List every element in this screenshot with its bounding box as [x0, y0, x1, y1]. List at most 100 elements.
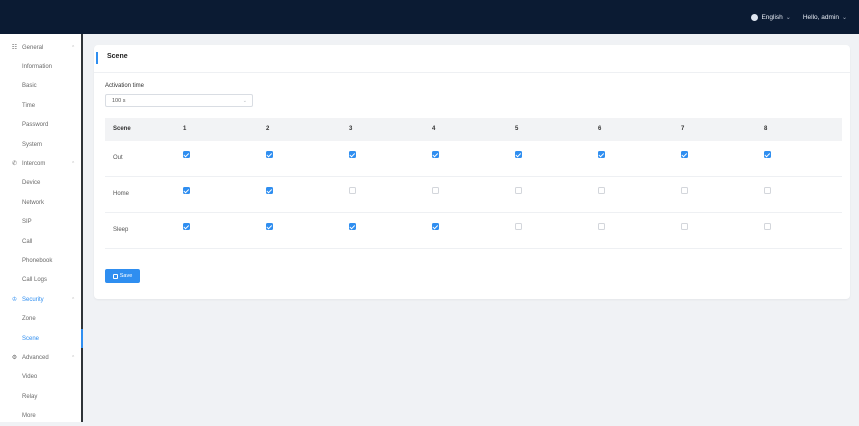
column-header-scene: Scene: [113, 126, 131, 132]
sidebar-item-sip[interactable]: SIP: [0, 213, 81, 232]
checkbox-out-8[interactable]: [764, 151, 771, 158]
sidebar-group-label: Security: [22, 296, 44, 303]
checkbox-home-6[interactable]: [598, 187, 605, 194]
checkbox-out-3[interactable]: [349, 151, 356, 158]
checkbox-sleep-6[interactable]: [598, 223, 605, 230]
top-right-controls: English ⌄ Hello, admin ⌄: [751, 0, 847, 34]
sidebar-item-information[interactable]: Information: [0, 57, 81, 76]
sidebar-item-network[interactable]: Network: [0, 193, 81, 212]
checkbox-home-1[interactable]: [183, 187, 190, 194]
page-title: Scene: [107, 53, 128, 60]
top-bar: English ⌄ Hello, admin ⌄: [0, 0, 859, 34]
checkbox-sleep-4[interactable]: [432, 223, 439, 230]
language-label: English: [761, 13, 783, 21]
sidebar-item-label: Call Logs: [22, 277, 48, 284]
row-label-home: Home: [113, 191, 130, 197]
column-header-4: 4: [432, 126, 436, 132]
checkbox-home-7[interactable]: [681, 187, 688, 194]
checkbox-home-3[interactable]: [349, 187, 356, 194]
user-menu[interactable]: Hello, admin ⌄: [803, 14, 847, 21]
column-header-1: 1: [183, 126, 187, 132]
sidebar-item-label: Phonebook: [22, 257, 53, 264]
checkbox-sleep-5[interactable]: [515, 223, 522, 230]
title-accent-bar: [96, 52, 98, 64]
checkbox-sleep-7[interactable]: [681, 223, 688, 230]
sidebar-item-basic[interactable]: Basic: [0, 77, 81, 96]
checkbox-home-4[interactable]: [432, 187, 439, 194]
chevron-down-icon: ⌄: [785, 14, 791, 21]
sidebar-item-label: Relay: [22, 393, 38, 400]
sidebar-item-relay[interactable]: Relay: [0, 387, 81, 406]
sidebar-item-system[interactable]: System: [0, 135, 81, 154]
card-header: Scene: [94, 45, 850, 73]
checkbox-out-1[interactable]: [183, 151, 190, 158]
sidebar-item-label: Video: [22, 374, 38, 381]
activation-time-value: 100 s: [112, 98, 126, 104]
sidebar-item-label: System: [22, 141, 43, 148]
user-greeting: Hello, admin: [802, 13, 839, 21]
sidebar-group-security[interactable]: ♔ Security ⌃: [0, 290, 81, 309]
sidebar-item-phonebook[interactable]: Phonebook: [0, 251, 81, 270]
table-header: Scene 1 2 3 4 5 6 7 8: [105, 118, 842, 141]
sidebar-item-label: Zone: [22, 316, 36, 323]
phone-icon: ✆: [11, 161, 18, 168]
checkbox-home-5[interactable]: [515, 187, 522, 194]
checkbox-out-4[interactable]: [432, 151, 439, 158]
activation-time-select[interactable]: 100 s ⌄: [105, 94, 253, 107]
sidebar-group-label: Advanced: [22, 354, 49, 361]
column-header-3: 3: [349, 126, 353, 132]
checkbox-out-5[interactable]: [515, 151, 522, 158]
user-shield-icon: ♔: [11, 297, 18, 304]
row-label-sleep: Sleep: [113, 227, 129, 233]
sidebar-item-scene[interactable]: Scene: [0, 329, 83, 348]
sidebar-item-label: Information: [22, 63, 53, 70]
save-button[interactable]: Save: [105, 269, 140, 283]
sidebar-item-zone[interactable]: Zone: [0, 310, 81, 329]
chevron-up-icon: ⌃: [71, 160, 76, 167]
sidebar-item-call[interactable]: Call: [0, 232, 81, 251]
sidebar-item-device[interactable]: Device: [0, 174, 81, 193]
language-selector[interactable]: English ⌄: [751, 13, 791, 21]
checkbox-out-7[interactable]: [681, 151, 688, 158]
checkbox-sleep-1[interactable]: [183, 223, 190, 230]
column-header-8: 8: [764, 126, 768, 132]
sidebar-item-label: Device: [22, 180, 41, 187]
table-row: Sleep: [105, 213, 842, 249]
column-header-6: 6: [598, 126, 602, 132]
sidebar-item-label: Scene: [22, 335, 40, 342]
checkbox-sleep-3[interactable]: [349, 223, 356, 230]
sidebar-item-label: Password: [22, 122, 49, 129]
activation-time-label: Activation time: [105, 83, 145, 89]
sidebar-group-advanced[interactable]: ⚙ Advanced ⌃: [0, 348, 81, 367]
row-label-out: Out: [113, 155, 123, 161]
table-row: Out: [105, 141, 842, 177]
gear-icon: ⚙: [11, 355, 18, 362]
column-header-2: 2: [266, 126, 270, 132]
chevron-up-icon: ⌃: [71, 354, 76, 361]
sidebar-item-label: SIP: [22, 219, 32, 226]
checkbox-out-2[interactable]: [266, 151, 273, 158]
globe-icon: [751, 13, 759, 21]
sidebar-group-general[interactable]: ☷ General ⌃: [0, 38, 81, 57]
checkbox-home-8[interactable]: [764, 187, 771, 194]
sidebar-item-time[interactable]: Time: [0, 96, 81, 115]
sidebar-item-more[interactable]: More: [0, 407, 81, 426]
sidebar-group-intercom[interactable]: ✆ Intercom ⌃: [0, 154, 81, 173]
save-icon: [112, 273, 118, 279]
chevron-up-icon: ⌃: [71, 44, 76, 51]
sidebar-item-video[interactable]: Video: [0, 368, 81, 387]
sidebar-item-password[interactable]: Password: [0, 116, 81, 135]
sidebar-item-label: Time: [22, 102, 36, 109]
checkbox-out-6[interactable]: [598, 151, 605, 158]
sidebar-item-call-logs[interactable]: Call Logs: [0, 271, 81, 290]
column-header-5: 5: [515, 126, 519, 132]
checkbox-sleep-2[interactable]: [266, 223, 273, 230]
sidebar-item-label: Call: [22, 238, 33, 245]
grid-icon: ☷: [11, 45, 18, 51]
checkbox-sleep-8[interactable]: [764, 223, 771, 230]
save-label: Save: [119, 273, 133, 279]
sidebar: ☷ General ⌃ Information Basic Time Password Sys…: [0, 34, 83, 422]
chevron-down-icon: ⌄: [841, 14, 847, 21]
sidebar-item-label: Basic: [22, 83, 37, 90]
checkbox-home-2[interactable]: [266, 187, 273, 194]
